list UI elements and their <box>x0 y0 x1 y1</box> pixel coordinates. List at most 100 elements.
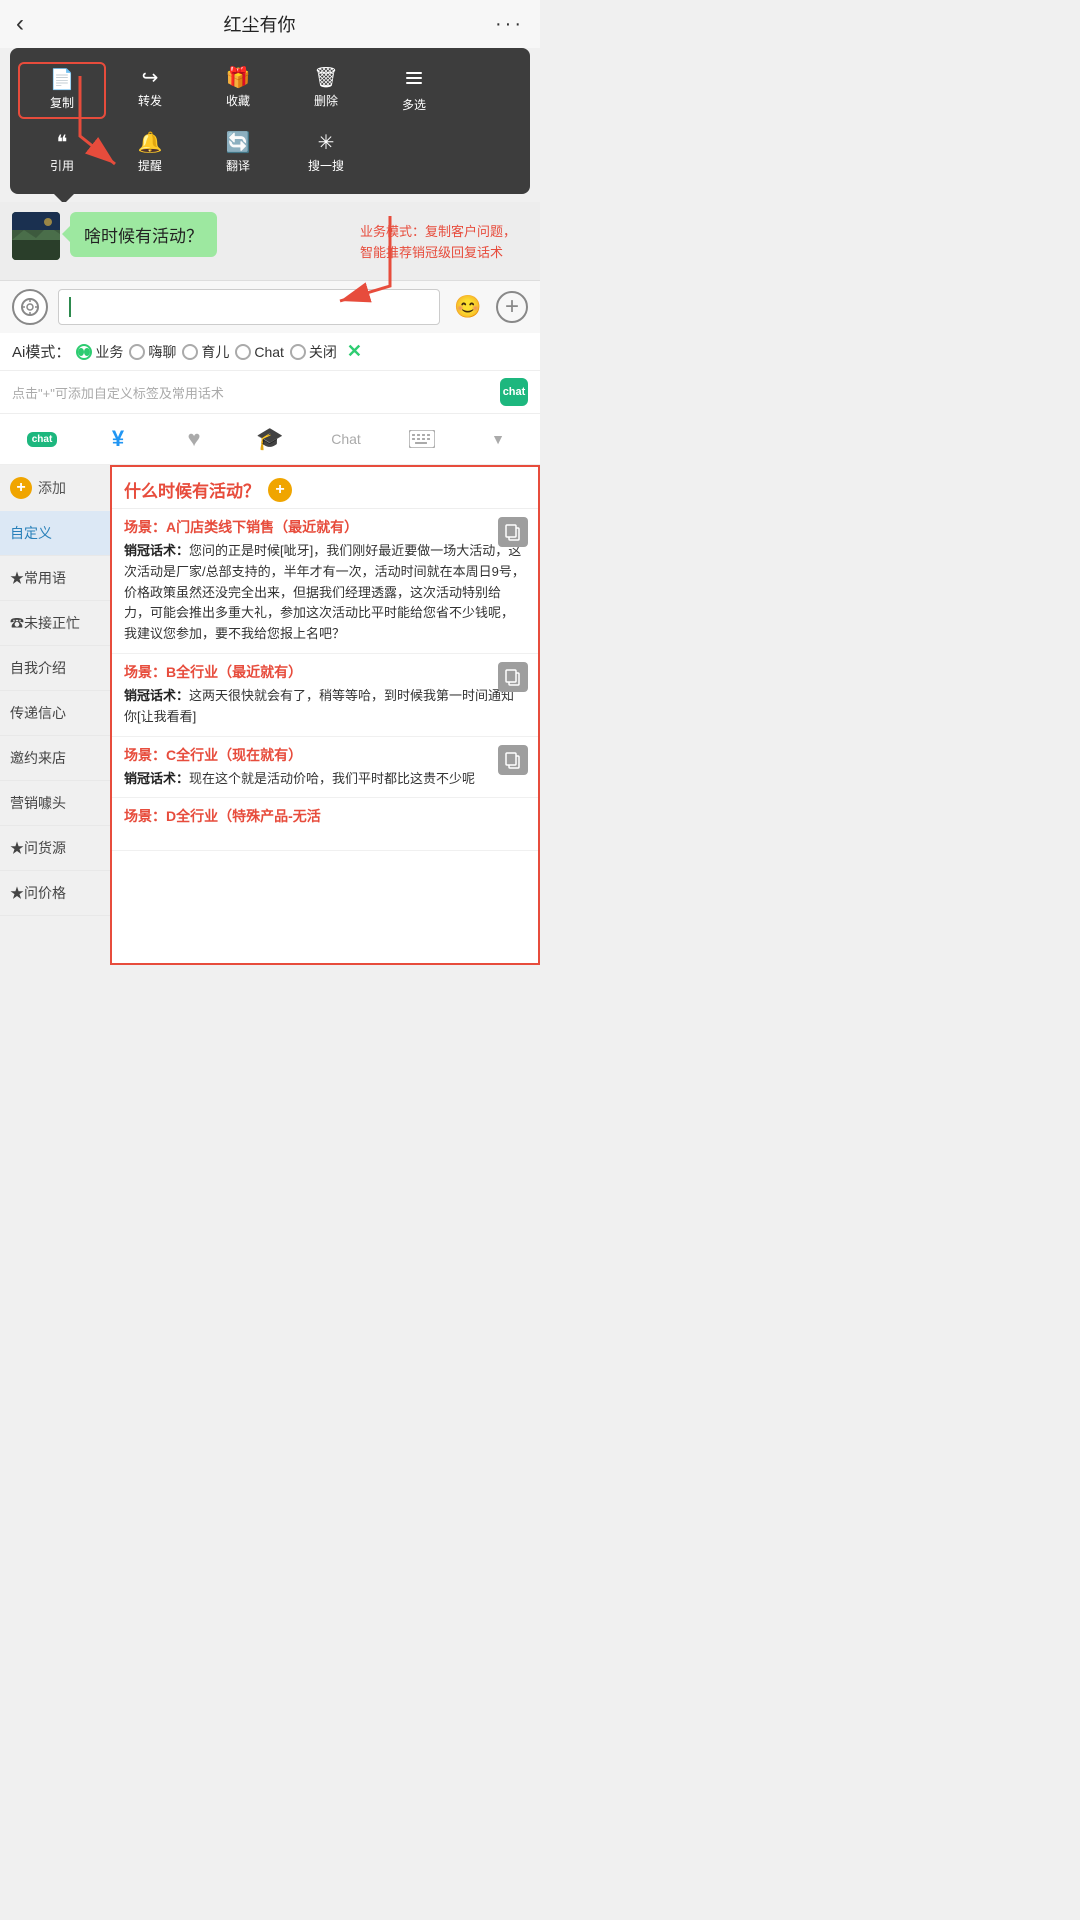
sidebar-item-invite-label: 邀约来店 <box>10 750 66 766</box>
tab-dropdown[interactable]: ▼ <box>460 419 536 459</box>
sidebar-item-invite[interactable]: 邀约来店 <box>0 736 110 781</box>
radio-haichat-circle <box>129 344 145 360</box>
forward-label: 转发 <box>138 92 162 109</box>
hint-text: 点击"+"可添加自定义标签及常用话术 <box>12 383 224 402</box>
chat-badge-label: chat <box>503 386 526 398</box>
delete-label: 删除 <box>314 92 338 109</box>
tab-heart[interactable]: ♥ <box>156 414 232 464</box>
menu-multiselect[interactable]: 多选 <box>370 62 458 119</box>
scenario-b: 场景：B全行业（最近就有） 销冠话术：这两天很快就会有了，稍等等哈，到时候我第一… <box>112 654 538 737</box>
right-panel: 什么时候有活动？ + 场景：A门店类线下销售（最近就有） 销冠话术：您问的正是时… <box>110 465 540 965</box>
tab-graduation[interactable]: 🎓 <box>232 414 308 464</box>
page-title: 红尘有你 <box>224 11 296 37</box>
sidebar-item-busy-label: ☎未接正忙 <box>10 615 80 631</box>
avatar <box>12 212 60 260</box>
context-menu: 📄 复制 ↪ 转发 🎁 收藏 🗑 删除 多选 <box>10 48 530 194</box>
hint-bar: 点击"+"可添加自定义标签及常用话术 chat <box>0 371 540 414</box>
back-button[interactable]: ‹ <box>16 10 24 38</box>
tab-keyboard[interactable] <box>384 418 460 460</box>
translate-icon: 🔄 <box>226 133 251 153</box>
sidebar-item-busy[interactable]: ☎未接正忙 <box>0 601 110 646</box>
scenario-b-label: 场景：B全行业（最近就有） <box>124 662 526 682</box>
radio-parenting[interactable]: 育儿 <box>182 342 229 362</box>
copy-menu-label: 复制 <box>50 94 74 111</box>
input-bar: 😊 + <box>0 280 540 333</box>
sidebar-item-marketing-label: 营销噱头 <box>10 795 66 811</box>
panel-title: 什么时候有活动？ <box>124 477 260 502</box>
menu-forward[interactable]: ↪ 转发 <box>106 62 194 119</box>
menu-copy[interactable]: 📄 复制 <box>18 62 106 119</box>
menu-translate[interactable]: 🔄 翻译 <box>194 127 282 180</box>
scenario-c: 场景：C全行业（现在就有） 销冠话术：现在这个就是活动价哈，我们平时都比这贵不少… <box>112 737 538 799</box>
multiselect-icon <box>404 68 424 92</box>
scenario-c-copy-button[interactable] <box>498 745 528 775</box>
sidebar-add-button[interactable]: + 添加 <box>0 465 110 511</box>
chat-badge: chat <box>500 378 528 406</box>
scenario-a-copy-button[interactable] <box>498 517 528 547</box>
delete-icon: 🗑 <box>313 68 338 88</box>
emoji-button[interactable]: 😊 <box>450 289 486 325</box>
main-content: + 添加 自定义 ★常用语 ☎未接正忙 自我介绍 传递信心 邀约来店 营销噱头 … <box>0 465 540 965</box>
radio-haichat[interactable]: 嗨聊 <box>129 342 176 362</box>
tab-money[interactable]: ¥ <box>80 414 156 464</box>
top-nav: ‹ 红尘有你 ··· <box>0 0 540 48</box>
sidebar-item-intro-label: 自我介绍 <box>10 660 66 676</box>
menu-search[interactable]: ✳ 搜一搜 <box>282 127 370 180</box>
remind-label: 提醒 <box>138 157 162 174</box>
ai-mode-bar: Ai模式： 业务 嗨聊 育儿 Chat 关闭 ✕ <box>0 333 540 371</box>
menu-quote[interactable]: ❝ 引用 <box>18 127 106 180</box>
radio-chat-en[interactable]: Chat <box>235 344 284 360</box>
collect-label: 收藏 <box>226 92 250 109</box>
chat-area: 啥时候有活动？ 业务模式：复制客户问题，智能推荐销冠级回复话术 <box>0 202 540 276</box>
sidebar-item-marketing[interactable]: 营销噱头 <box>0 781 110 826</box>
scenario-a: 场景：A门店类线下销售（最近就有） 销冠话术：您问的正是时候[呲牙]，我们刚好最… <box>112 509 538 654</box>
chat-bubble: 啥时候有活动？ <box>70 212 217 257</box>
sidebar-item-intro[interactable]: 自我介绍 <box>0 646 110 691</box>
menu-remind[interactable]: 🔔 提醒 <box>106 127 194 180</box>
context-menu-row2: ❝ 引用 🔔 提醒 🔄 翻译 ✳ 搜一搜 <box>18 123 522 184</box>
scenario-d-label: 场景：D全行业（特殊产品-无活 <box>124 806 526 826</box>
tab-chat[interactable]: Chat <box>308 419 384 459</box>
scenario-a-content: 销冠话术：您问的正是时候[呲牙]，我们刚好最近要做一场大活动，这次活动是厂家/总… <box>124 541 526 645</box>
plus-button[interactable]: + <box>496 291 528 323</box>
menu-collect[interactable]: 🎁 收藏 <box>194 62 282 119</box>
scenario-b-copy-button[interactable] <box>498 662 528 692</box>
scenario-b-content: 销冠话术：这两天很快就会有了，稍等等哈，到时候我第一时间通知你[让我看看] <box>124 686 526 728</box>
radio-business-circle <box>76 344 92 360</box>
multiselect-label: 多选 <box>402 96 426 113</box>
cursor <box>69 297 71 317</box>
message-input[interactable] <box>58 289 440 325</box>
radio-business-label: 业务 <box>95 342 123 362</box>
quote-icon: ❝ <box>57 133 68 153</box>
chat-tab-label: Chat <box>331 431 361 447</box>
sidebar-item-common[interactable]: ★常用语 <box>0 556 110 601</box>
quote-label: 引用 <box>50 157 74 174</box>
ai-close-button[interactable]: ✕ <box>347 341 362 362</box>
sidebar: + 添加 自定义 ★常用语 ☎未接正忙 自我介绍 传递信心 邀约来店 营销噱头 … <box>0 465 110 965</box>
sidebar-item-confidence[interactable]: 传递信心 <box>0 691 110 736</box>
sidebar-item-custom[interactable]: 自定义 <box>0 511 110 556</box>
radio-off[interactable]: 关闭 <box>290 342 337 362</box>
robot-badge: chat <box>27 432 58 447</box>
tab-robot[interactable]: chat <box>4 420 80 459</box>
scenario-a-label: 场景：A门店类线下销售（最近就有） <box>124 517 526 537</box>
search-icon: ✳ <box>318 133 335 153</box>
sidebar-item-source[interactable]: ★问货源 <box>0 826 110 871</box>
sidebar-item-source-label: ★问货源 <box>10 840 66 856</box>
translate-label: 翻译 <box>226 157 250 174</box>
tool-tabs: chat ¥ ♥ 🎓 Chat ▼ <box>0 414 540 465</box>
menu-delete[interactable]: 🗑 删除 <box>282 62 370 119</box>
more-button[interactable]: ··· <box>495 13 524 36</box>
money-icon: ¥ <box>112 426 124 452</box>
voice-button[interactable] <box>12 289 48 325</box>
panel-add-button[interactable]: + <box>268 478 292 502</box>
radio-parenting-circle <box>182 344 198 360</box>
radio-business[interactable]: 业务 <box>76 342 123 362</box>
collect-icon: 🎁 <box>226 68 251 88</box>
sidebar-item-confidence-label: 传递信心 <box>10 705 66 721</box>
radio-parenting-label: 育儿 <box>201 342 229 362</box>
scenario-c-label: 场景：C全行业（现在就有） <box>124 745 526 765</box>
sidebar-item-price[interactable]: ★问价格 <box>0 871 110 916</box>
add-circle-icon: + <box>10 477 32 499</box>
scenario-c-content: 销冠话术：现在这个就是活动价哈，我们平时都比这贵不少呢 <box>124 769 526 790</box>
